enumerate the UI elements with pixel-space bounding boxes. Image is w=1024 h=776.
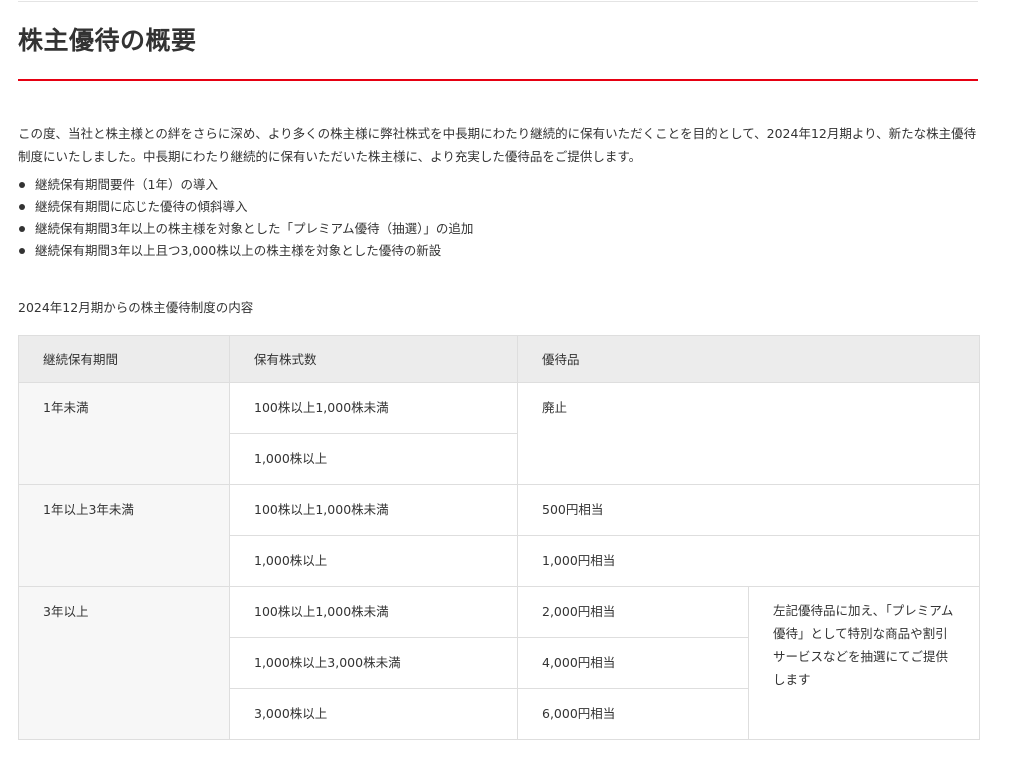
shares-cell: 100株以上1,000株未満 bbox=[229, 586, 518, 638]
feature-list-item: 継続保有期間3年以上且つ3,000株以上の株主様を対象とした優待の新設 bbox=[18, 240, 978, 262]
feature-text: 継続保有期間要件（1年）の導入 bbox=[35, 177, 218, 192]
feature-list-item: 継続保有期間3年以上の株主様を対象とした「プレミアム優待（抽選）」の追加 bbox=[18, 218, 978, 240]
section-title: 株主優待の概要 bbox=[18, 26, 197, 55]
premium-note-cell: 左記優待品に加え､「プレミアム優待」として特別な商品や割引サービスなどを抽選にて… bbox=[747, 586, 981, 740]
feature-list-item: 継続保有期間要件（1年）の導入 bbox=[18, 174, 978, 196]
top-divider bbox=[18, 1, 978, 2]
header-shares: 保有株式数 bbox=[229, 335, 518, 383]
period-cell: 1年未満 bbox=[18, 382, 230, 485]
benefit-cell: 1,000円相当 bbox=[516, 535, 981, 587]
feature-text: 継続保有期間に応じた優待の傾斜導入 bbox=[35, 199, 248, 214]
table-row: 3年以上 100株以上1,000株未満 2,000円相当 左記優待品に加え､「プ… bbox=[18, 586, 981, 740]
shares-cell: 1,000株以上 bbox=[229, 433, 518, 485]
header-benefit: 優待品 bbox=[516, 335, 981, 383]
benefit-cell: 6,000円相当 bbox=[517, 688, 749, 740]
table-caption: 2024年12月期からの株主優待制度の内容 bbox=[18, 300, 254, 315]
benefit-cell: 500円相当 bbox=[516, 484, 981, 536]
header-period: 継続保有期間 bbox=[18, 335, 230, 383]
shares-cell: 3,000株以上 bbox=[229, 688, 518, 740]
feature-text: 継続保有期間3年以上の株主様を対象とした「プレミアム優待（抽選）」の追加 bbox=[35, 221, 474, 236]
shares-cell: 1,000株以上3,000株未満 bbox=[229, 637, 518, 689]
table-row: 1年以上3年未満 100株以上1,000株未満 500円相当 bbox=[18, 484, 981, 587]
shares-cell: 100株以上1,000株未満 bbox=[229, 382, 518, 434]
feature-list: 継続保有期間要件（1年）の導入 継続保有期間に応じた優待の傾斜導入 継続保有期間… bbox=[18, 174, 978, 262]
benefit-cell: 2,000円相当 bbox=[517, 586, 749, 638]
table-header-row: 継続保有期間 保有株式数 優待品 bbox=[18, 335, 981, 383]
period-cell: 3年以上 bbox=[18, 586, 230, 740]
title-underline bbox=[18, 79, 978, 81]
feature-list-item: 継続保有期間に応じた優待の傾斜導入 bbox=[18, 196, 978, 218]
shares-cell: 100株以上1,000株未満 bbox=[229, 484, 518, 536]
bullet-icon bbox=[19, 248, 25, 254]
bullet-icon bbox=[19, 226, 25, 232]
intro-paragraph: この度、当社と株主様との絆をさらに深め、より多くの株主様に弊社株式を中長期にわた… bbox=[18, 126, 977, 164]
bullet-icon bbox=[19, 204, 25, 210]
shares-cell: 1,000株以上 bbox=[229, 535, 518, 587]
benefits-table: 継続保有期間 保有株式数 優待品 1年未満 100株以上1,000株未満 廃止 … bbox=[18, 335, 981, 740]
feature-text: 継続保有期間3年以上且つ3,000株以上の株主様を対象とした優待の新設 bbox=[35, 243, 442, 258]
period-cell: 1年以上3年未満 bbox=[18, 484, 230, 587]
bullet-icon bbox=[19, 182, 25, 188]
benefit-cell: 廃止 bbox=[516, 382, 981, 485]
table-row: 1年未満 100株以上1,000株未満 廃止 bbox=[18, 382, 981, 485]
benefit-cell: 4,000円相当 bbox=[517, 637, 749, 689]
